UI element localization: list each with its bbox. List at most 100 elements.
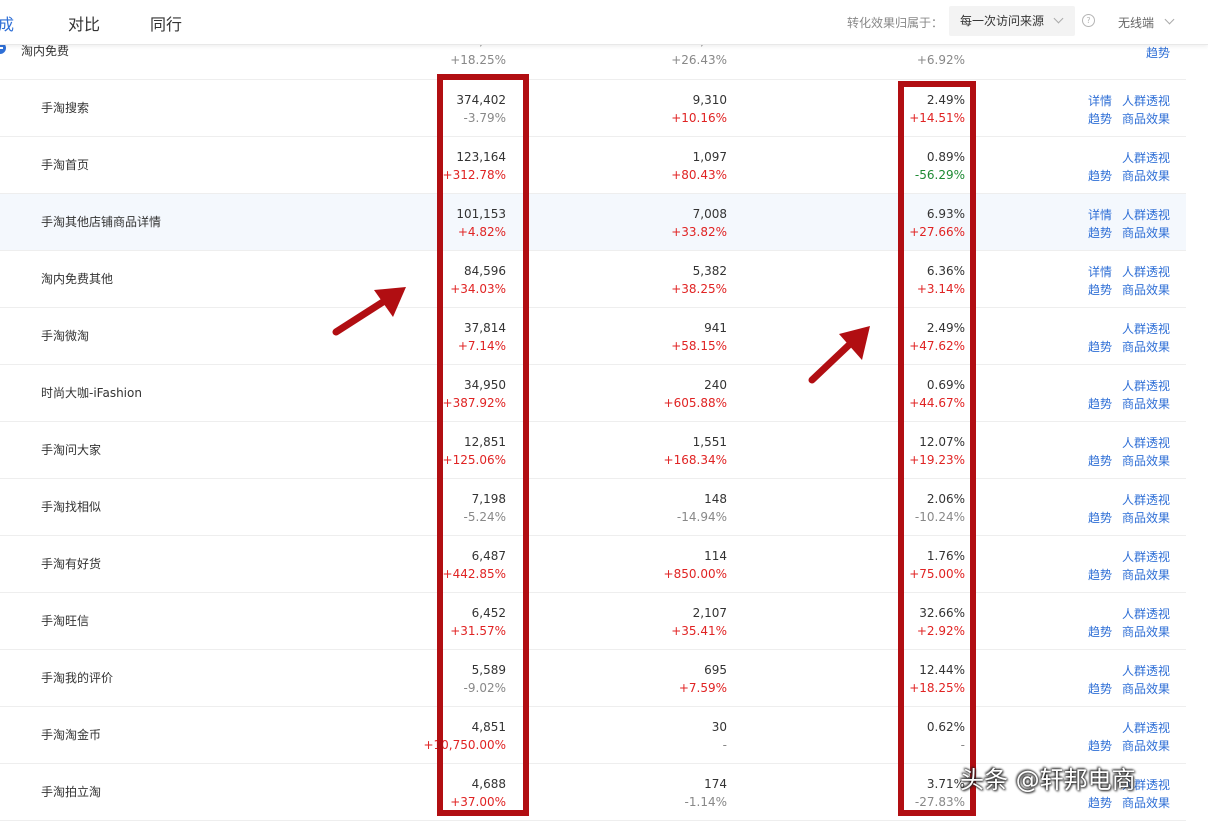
goods-link[interactable]: 商品效果 [1122, 566, 1170, 583]
source-name: 手淘搜索 [41, 101, 90, 115]
source-name: 手淘我的评价 [41, 671, 114, 685]
crowd-link[interactable]: 人群透视 [1122, 149, 1170, 166]
buyers-change: +10.16% [671, 111, 727, 125]
tab-peers[interactable]: 同行 [150, 11, 182, 35]
buyers-value: 30 [711, 720, 727, 734]
crowd-link[interactable]: 人群透视 [1122, 377, 1170, 394]
buyers-value: 240 [704, 378, 727, 392]
goods-link[interactable]: 商品效果 [1122, 509, 1170, 526]
trend-link[interactable]: 趋势 [1088, 338, 1112, 355]
buyers-value: 695 [704, 663, 727, 677]
crowd-link[interactable]: 人群透视 [1122, 662, 1170, 679]
trend-link[interactable]: 趋势 [1088, 110, 1112, 127]
buyers-value: 2,107 [692, 606, 727, 620]
buyers-cell: 7,008 +33.82% [597, 205, 727, 241]
buyers-value: 114 [704, 549, 727, 563]
attribution-select[interactable]: 每一次访问来源 [949, 6, 1075, 36]
buyers-change: +168.34% [663, 453, 727, 467]
device-selected: 无线端 [1118, 16, 1155, 30]
buyers-cell: 240 +605.88% [597, 376, 727, 412]
attribution-label: 转化效果归属于： [847, 16, 944, 30]
attribution-selected: 每一次访问来源 [960, 14, 1045, 28]
detail-link[interactable]: 详情 [1088, 263, 1112, 280]
arrow-icon [808, 326, 870, 384]
source-name: 手淘拍立淘 [41, 785, 102, 799]
crowd-link[interactable]: 人群透视 [1122, 263, 1170, 280]
trend-link[interactable]: 趋势 [1088, 680, 1112, 697]
buyers-change: +38.25% [671, 282, 727, 296]
crowd-link[interactable]: 人群透视 [1122, 92, 1170, 109]
buyers-change: +58.15% [671, 339, 727, 353]
table-row: 手淘其他店铺商品详情 101,153 +4.82% 7,008 +33.82% 6.93%… [0, 194, 1186, 251]
tab-composition[interactable]: 成 [0, 11, 14, 35]
goods-link[interactable]: 商品效果 [1122, 680, 1170, 697]
buyers-value: 1,551 [692, 435, 727, 449]
source-name: 淘内免费其他 [41, 272, 114, 286]
buyers-change: +33.82% [671, 225, 727, 239]
help-icon[interactable]: ? [1082, 14, 1095, 27]
crowd-link[interactable]: 人群透视 [1122, 719, 1170, 736]
group-rate-change: +6.92% [916, 53, 965, 67]
buyers-cell: 941 +58.15% [597, 319, 727, 355]
trend-link[interactable]: 趋势 [1088, 509, 1112, 526]
buyers-cell: 1,551 +168.34% [597, 433, 727, 469]
goods-link[interactable]: 商品效果 [1122, 452, 1170, 469]
trend-link[interactable]: 趋势 [1088, 737, 1112, 754]
crowd-link[interactable]: 人群透视 [1122, 434, 1170, 451]
table-row: 手淘我的评价 5,589 -9.02% 695 +7.59% 12.44% +18.25% 人… [0, 650, 1186, 707]
top-bar: 成 对比 同行 转化效果归属于： 每一次访问来源 ? 无线端 [0, 0, 1208, 45]
source-name: 手淘问大家 [41, 443, 102, 457]
goods-link[interactable]: 商品效果 [1122, 395, 1170, 412]
trend-link[interactable]: 趋势 [1088, 566, 1112, 583]
goods-link[interactable]: 商品效果 [1122, 167, 1170, 184]
goods-link[interactable]: 商品效果 [1122, 224, 1170, 241]
goods-link[interactable]: 商品效果 [1122, 281, 1170, 298]
trend-link[interactable]: 趋势 [1088, 395, 1112, 412]
device-select[interactable]: 无线端 [1118, 14, 1175, 31]
buyers-change: +605.88% [663, 396, 727, 410]
buyers-value: 9,310 [692, 93, 727, 107]
group-trend-link[interactable]: 趋势 [1146, 44, 1170, 61]
trend-link[interactable]: 趋势 [1088, 281, 1112, 298]
source-name: 手淘旺信 [41, 614, 90, 628]
detail-link[interactable]: 详情 [1088, 92, 1112, 109]
buyers-cell: 148 -14.94% [597, 490, 727, 526]
crowd-link[interactable]: 人群透视 [1122, 206, 1170, 223]
goods-link[interactable]: 商品效果 [1122, 623, 1170, 640]
crowd-link[interactable]: 人群透视 [1122, 548, 1170, 565]
group-buyers-change: +26.43% [671, 53, 727, 67]
chevron-down-icon [1053, 13, 1064, 24]
buyers-cell: 2,107 +35.41% [597, 604, 727, 640]
source-name: 手淘首页 [41, 158, 90, 172]
source-name: 手淘淘金币 [41, 728, 102, 742]
crowd-link[interactable]: 人群透视 [1122, 605, 1170, 622]
table-row: 手淘问大家 12,851 +125.06% 1,551 +168.34% 12.07% +1… [0, 422, 1186, 479]
trend-link[interactable]: 趋势 [1088, 167, 1112, 184]
table-row: 手淘找相似 7,198 -5.24% 148 -14.94% 2.06% -10.24% 人群… [0, 479, 1186, 536]
table-row: 手淘首页 123,164 +312.78% 1,097 +80.43% 0.89% -56.… [0, 137, 1186, 194]
table-row: 手淘淘金币 4,851 +10,750.00% 30-0.62% - 人群透视 趋势 商品效果 [0, 707, 1186, 764]
table-row: 手淘搜索 374,402 -3.79% 9,310 +10.16% 2.49% +14.51… [0, 80, 1186, 137]
buyers-value: 174 [704, 777, 727, 791]
crowd-link[interactable]: 人群透视 [1122, 320, 1170, 337]
buyers-change: +35.41% [671, 624, 727, 638]
goods-link[interactable]: 商品效果 [1122, 737, 1170, 754]
tab-compare[interactable]: 对比 [68, 11, 100, 35]
trend-link[interactable]: 趋势 [1088, 224, 1112, 241]
goods-link[interactable]: 商品效果 [1122, 110, 1170, 127]
table-row: 淘内免费其他 84,596 +34.03% 5,382 +38.25% 6.36% +3.1… [0, 251, 1186, 308]
buyers-value: 148 [704, 492, 727, 506]
buyers-change: -14.94% [676, 510, 727, 524]
table-row: 手淘微淘 37,814 +7.14% 941 +58.15% 2.49% +47.62% 人群… [0, 308, 1186, 365]
detail-link[interactable]: 详情 [1088, 206, 1112, 223]
buyers-cell: 1,097 +80.43% [597, 148, 727, 184]
buyers-cell: 114 +850.00% [597, 547, 727, 583]
crowd-link[interactable]: 人群透视 [1122, 491, 1170, 508]
goods-link[interactable]: 商品效果 [1122, 794, 1170, 811]
goods-link[interactable]: 商品效果 [1122, 338, 1170, 355]
trend-link[interactable]: 趋势 [1088, 623, 1112, 640]
trend-link[interactable]: 趋势 [1088, 794, 1112, 811]
trend-link[interactable]: 趋势 [1088, 452, 1112, 469]
buyers-cell: 9,310 +10.16% [597, 91, 727, 127]
buyers-value: 5,382 [692, 264, 727, 278]
